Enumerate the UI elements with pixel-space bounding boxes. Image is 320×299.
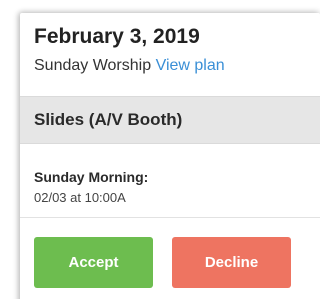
- plan-date-title: February 3, 2019: [34, 25, 200, 48]
- service-time-block: Sunday Morning: 02/03 at 10:00A: [20, 144, 320, 218]
- accept-button[interactable]: Accept: [34, 237, 153, 288]
- service-time-value: 02/03 at 10:00A: [34, 190, 126, 205]
- service-subtitle: Sunday Worship View plan: [34, 57, 225, 75]
- schedule-request-card: February 3, 2019 Sunday Worship View pla…: [20, 13, 320, 299]
- service-time-label: Sunday Morning:: [34, 169, 149, 185]
- position-title: Slides (A/V Booth): [34, 110, 183, 129]
- decline-button[interactable]: Decline: [172, 237, 291, 288]
- view-plan-link[interactable]: View plan: [156, 57, 225, 74]
- service-type-name: Sunday Worship: [34, 57, 152, 74]
- position-header: Slides (A/V Booth): [20, 96, 320, 144]
